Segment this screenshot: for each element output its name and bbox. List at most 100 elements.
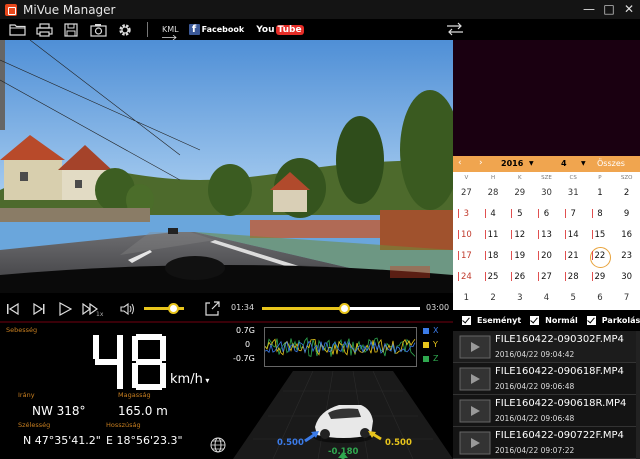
print-icon[interactable] — [34, 21, 54, 39]
file-list-item[interactable]: FILE160422-090618F.MP4 2016/04/22 09:06:4… — [453, 363, 640, 395]
toolbar-divider — [147, 22, 148, 37]
filter-event-checkbox[interactable]: Eseményt — [462, 316, 521, 325]
calendar-day[interactable]: 8 — [587, 204, 614, 225]
weekday-label: V — [464, 174, 469, 181]
calendar-day[interactable]: 28 — [480, 183, 507, 204]
filter-parking-checkbox[interactable]: Parkolás — [586, 316, 640, 325]
facebook-share-button[interactable]: f Facebook — [188, 24, 244, 35]
calendar-day[interactable]: 19 — [506, 246, 533, 267]
next-month-icon[interactable]: › — [479, 158, 483, 168]
calendar-day[interactable]: 5 — [506, 204, 533, 225]
file-list-item[interactable]: FILE160422-090722F.MP4 2016/04/22 09:07:2… — [453, 427, 640, 459]
calendar-day[interactable]: 21 — [560, 246, 587, 267]
minimize-button[interactable]: — — [582, 1, 596, 17]
map-preview-panel[interactable] — [453, 40, 640, 156]
calendar-day[interactable]: 1 — [453, 288, 480, 309]
calendar-day[interactable]: 23 — [613, 246, 640, 267]
calendar-day[interactable]: 25 — [480, 267, 507, 288]
file-list-item[interactable]: FILE160422-090618R.MP4 2016/04/22 09:06:4… — [453, 395, 640, 427]
file-name: FILE160422-090618F.MP4 — [495, 366, 624, 377]
calendar-day[interactable]: 6 — [533, 204, 560, 225]
swap-view-icon[interactable] — [446, 21, 464, 37]
kml-export-button[interactable]: KML — [162, 25, 179, 40]
all-dates-button[interactable]: Összes — [597, 159, 625, 168]
calendar-day[interactable]: 9 — [613, 204, 640, 225]
seek-bar-progress — [262, 307, 345, 310]
calendar-day[interactable]: 16 — [613, 225, 640, 246]
calendar-day[interactable]: 30 — [533, 183, 560, 204]
mivue-manager-window: MiVue Manager — □ ✕ KML f Facebook You T… — [0, 0, 640, 459]
calendar-day[interactable]: 18 — [480, 246, 507, 267]
calendar-day[interactable]: 4 — [480, 204, 507, 225]
play-icon[interactable] — [58, 301, 73, 317]
calendar-day-selected[interactable]: 22 — [587, 246, 614, 268]
fast-forward-icon[interactable] — [82, 301, 99, 316]
maximize-button[interactable]: □ — [602, 1, 616, 17]
year-dropdown-icon[interactable]: ▼ — [529, 160, 534, 167]
calendar-day[interactable]: 30 — [613, 267, 640, 288]
longitude-value: E 18°56'23.3" — [106, 434, 183, 447]
calendar-day[interactable]: 24 — [453, 267, 480, 288]
calendar-day[interactable]: 28 — [560, 267, 587, 288]
calendar: ‹ › 2016 ▼ 4 ▼ Összes V H K SZE CS P SZO 27 28 2… — [453, 156, 640, 310]
calendar-day[interactable]: 27 — [453, 183, 480, 204]
calendar-day[interactable]: 6 — [587, 288, 614, 309]
file-list-scrollbar[interactable] — [636, 331, 640, 459]
calendar-day[interactable]: 29 — [506, 183, 533, 204]
gear-icon[interactable] — [115, 21, 135, 39]
calendar-day[interactable]: 11 — [480, 225, 507, 246]
prev-month-icon[interactable]: ‹ — [458, 158, 462, 168]
calendar-day[interactable]: 7 — [560, 204, 587, 225]
calendar-day[interactable]: 5 — [560, 288, 587, 309]
file-list-item[interactable]: FILE160422-090302F.MP4 2016/04/22 09:04:4… — [453, 331, 640, 363]
weekday-label: P — [598, 174, 602, 181]
calendar-day[interactable]: 29 — [587, 267, 614, 288]
seek-bar-handle[interactable] — [339, 303, 351, 314]
calendar-day[interactable]: 3 — [453, 204, 480, 225]
calendar-day[interactable]: 12 — [506, 225, 533, 246]
calendar-day[interactable]: 15 — [587, 225, 614, 246]
calendar-day[interactable]: 4 — [533, 288, 560, 309]
calendar-day[interactable]: 20 — [533, 246, 560, 267]
month-selector[interactable]: 4 — [561, 159, 567, 168]
video-file-icon — [459, 399, 491, 423]
file-date: 2016/04/22 09:07:22 — [495, 446, 575, 455]
file-filters: Eseményt Normál Parkolás — [453, 310, 640, 331]
volume-slider-handle[interactable] — [167, 303, 179, 314]
calendar-day[interactable]: 10 — [453, 225, 480, 246]
legend-y: Y — [423, 340, 438, 349]
filter-normal-checkbox[interactable]: Normál — [530, 316, 578, 325]
volume-icon[interactable] — [120, 301, 136, 316]
calendar-day[interactable]: 1 — [587, 183, 614, 204]
calendar-day[interactable]: 17 — [453, 246, 480, 267]
total-time: 03:00 — [426, 303, 450, 312]
year-selector[interactable]: 2016 — [501, 159, 523, 168]
step-forward-icon[interactable] — [32, 301, 46, 316]
calendar-day[interactable]: 2 — [613, 183, 640, 204]
altitude-value: 165.0 m — [118, 404, 168, 418]
calendar-day[interactable]: 27 — [533, 267, 560, 288]
weekday-label: SZO — [620, 174, 633, 181]
calendar-day[interactable]: 26 — [506, 267, 533, 288]
calendar-day[interactable]: 2 — [480, 288, 507, 309]
video-player[interactable] — [0, 40, 453, 293]
globe-icon[interactable] — [209, 436, 227, 454]
save-icon[interactable] — [61, 21, 81, 39]
calendar-day[interactable]: 7 — [613, 288, 640, 309]
skip-previous-icon[interactable] — [6, 301, 20, 316]
weekday-header: V H K SZE CS P SZO — [453, 172, 640, 183]
file-name: FILE160422-090302F.MP4 — [495, 334, 624, 345]
calendar-day[interactable]: 14 — [560, 225, 587, 246]
youtube-share-button[interactable]: You Tube — [256, 24, 304, 35]
folder-icon[interactable] — [7, 21, 27, 39]
calendar-header: ‹ › 2016 ▼ 4 ▼ Összes — [453, 156, 640, 172]
g-sensor-graph[interactable] — [264, 327, 417, 367]
calendar-day[interactable]: 13 — [533, 225, 560, 246]
calendar-day[interactable]: 3 — [506, 288, 533, 309]
month-dropdown-icon[interactable]: ▼ — [581, 160, 586, 167]
close-button[interactable]: ✕ — [622, 1, 636, 17]
popout-icon[interactable] — [204, 301, 220, 316]
calendar-day[interactable]: 31 — [560, 183, 587, 204]
camera-icon[interactable] — [88, 21, 108, 39]
speed-unit[interactable]: km/h ▾ — [170, 372, 209, 387]
